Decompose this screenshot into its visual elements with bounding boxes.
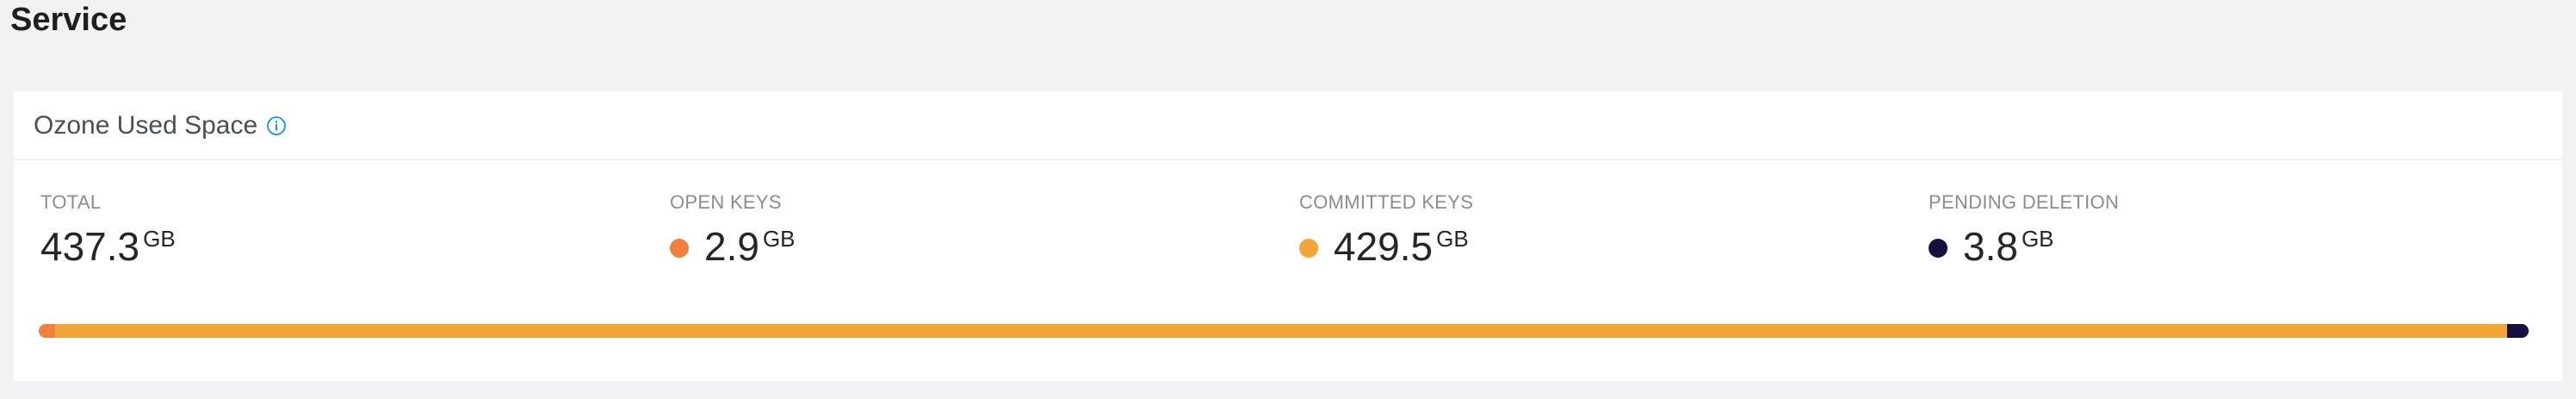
stat-value: 437.3 xyxy=(40,224,140,269)
stat-open-keys: OPEN KEYS 2.9 GB xyxy=(670,191,796,269)
page-title: Service xyxy=(10,2,127,38)
card-title: Ozone Used Space xyxy=(34,110,258,140)
stats-row: TOTAL 437.3 GB OPEN KEYS 2.9 GB COMMITTE… xyxy=(14,191,2562,269)
service-page: Service Ozone Used Space TOTAL 437.3 GB xyxy=(0,0,2576,399)
stat-unit: GB xyxy=(2021,226,2054,252)
stat-committed-keys: COMMITTED KEYS 429.5 GB xyxy=(1299,191,1473,269)
stat-value: 429.5 xyxy=(1334,224,1434,269)
legend-dot xyxy=(670,239,689,258)
usage-segment-open-keys[interactable] xyxy=(39,324,56,338)
usage-segment-committed-keys[interactable] xyxy=(55,324,2507,338)
stat-label: COMMITTED KEYS xyxy=(1299,191,1474,213)
usage-progress-bar[interactable] xyxy=(39,324,2529,338)
stat-label: OPEN KEYS xyxy=(670,191,782,213)
info-circle-icon[interactable] xyxy=(266,115,287,136)
card-header: Ozone Used Space xyxy=(14,91,2562,160)
stat-unit: GB xyxy=(143,226,176,252)
used-space-card: Ozone Used Space TOTAL 437.3 GB OPEN KEY… xyxy=(14,91,2562,381)
legend-dot xyxy=(1299,239,1318,258)
stat-value: 3.8 xyxy=(1963,224,2018,269)
legend-dot xyxy=(1929,239,1947,258)
stat-total: TOTAL 437.3 GB xyxy=(40,191,176,269)
stat-label: PENDING DELETION xyxy=(1929,191,2120,213)
stat-value: 2.9 xyxy=(704,224,759,269)
stat-label: TOTAL xyxy=(40,191,102,213)
usage-segment-pending-deletion[interactable] xyxy=(2506,324,2529,338)
stat-unit: GB xyxy=(1436,226,1469,252)
stat-pending-deletion: PENDING DELETION 3.8 GB xyxy=(1929,191,2119,269)
stat-unit: GB xyxy=(762,226,796,252)
